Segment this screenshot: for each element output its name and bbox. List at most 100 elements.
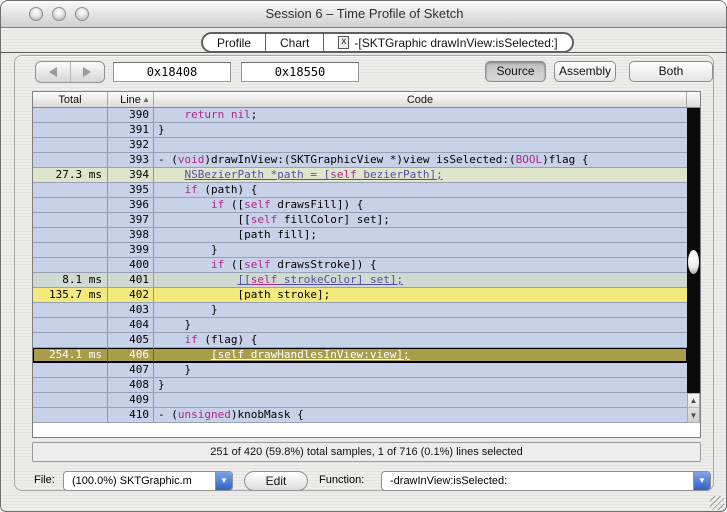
scrollbar-track[interactable] — [687, 108, 700, 393]
address-end-field[interactable]: 0x18550 — [241, 62, 359, 82]
table-row-line-398[interactable]: 398 [path fill]; — [33, 228, 687, 243]
assembly-view-button[interactable]: Assembly — [554, 61, 616, 82]
tab-profile[interactable]: Profile — [203, 34, 267, 51]
code-token: self — [330, 168, 357, 181]
edit-button[interactable]: Edit — [244, 471, 308, 491]
resize-grip[interactable] — [710, 496, 724, 510]
scrollbar-thumb[interactable] — [688, 250, 699, 274]
table-row-line-396[interactable]: 396 if ([self drawsFill]) { — [33, 198, 687, 213]
total-time-cell — [33, 333, 108, 347]
table-row-line-405[interactable]: 405 if (flag) { — [33, 333, 687, 348]
total-time-cell — [33, 228, 108, 242]
line-number-cell: 407 — [108, 363, 154, 377]
code-token: ; — [250, 108, 258, 121]
code-token: } — [184, 363, 192, 376]
table-row-line-393[interactable]: 393- (void)drawInView:(SKTGraphicView *)… — [33, 153, 687, 168]
column-header-code[interactable]: Code — [154, 92, 687, 107]
total-time-cell — [33, 108, 108, 122]
total-time-cell — [33, 213, 108, 227]
column-header-total[interactable]: Total — [33, 92, 108, 107]
file-popup[interactable]: (100.0%) SKTGraphic.m ▼ — [63, 471, 233, 491]
column-header-scroll-spacer — [687, 92, 700, 107]
table-row-line-400[interactable]: 400 if ([self drawsStroke]) { — [33, 258, 687, 273]
both-view-button[interactable]: Both — [629, 61, 713, 82]
code-token: )flag { — [542, 153, 589, 166]
address-start-field[interactable]: 0x18408 — [113, 62, 231, 82]
line-number-cell: 410 — [108, 408, 154, 422]
source-view-button[interactable]: Source — [485, 61, 546, 82]
line-number-cell: 394 — [108, 168, 154, 182]
forward-arrow-icon — [83, 67, 92, 77]
tab-profile-label: Profile — [217, 35, 252, 50]
code-token: [path stroke]; — [237, 288, 331, 301]
code-token: strokeColor] set]; — [277, 273, 404, 286]
table-row-line-394[interactable]: 27.3 ms 394 NSBezierPath *path = [self be… — [33, 168, 687, 183]
table-row-line-390[interactable]: 390 return nil; — [33, 108, 687, 123]
sort-ascending-icon: ▲ — [142, 95, 150, 104]
code-token: } — [210, 243, 218, 256]
line-number-cell: 402 — [108, 288, 154, 302]
line-number-cell: 404 — [108, 318, 154, 332]
title-bar[interactable]: Session 6 – Time Profile of Sketch — [1, 1, 726, 28]
table-row-line-407[interactable]: 407 } — [33, 363, 687, 378]
forward-button[interactable] — [71, 62, 105, 82]
function-popup-value: -drawInView:isSelected: — [390, 475, 508, 487]
scroll-up-button[interactable]: ▲ — [688, 394, 699, 408]
total-time-cell: 8.1 ms — [33, 273, 108, 287]
code-cell: [[self strokeColor] set]; — [154, 273, 687, 287]
code-cell: } — [154, 378, 687, 392]
table-row-line-403[interactable]: 403 } — [33, 303, 687, 318]
line-number-cell: 405 — [108, 333, 154, 347]
tab-chart[interactable]: Chart — [266, 34, 325, 51]
code-cell: } — [154, 303, 687, 317]
code-cell: [self drawHandlesInView:view]; — [154, 348, 687, 362]
tab-active-function[interactable]: x -[SKTGraphic drawInView:isSelected:] — [324, 34, 571, 51]
function-popup-arrow-icon: ▼ — [693, 472, 710, 490]
code-token: } — [210, 303, 218, 316]
status-bar: 251 of 420 (59.8%) total samples, 1 of 7… — [32, 442, 701, 462]
code-token: self — [250, 273, 278, 286]
back-button[interactable] — [36, 62, 71, 82]
code-cell: if (flag) { — [154, 333, 687, 347]
table-row-line-401[interactable]: 8.1 ms 401 [[self strokeColor] set]; — [33, 273, 687, 288]
code-token: - ( — [158, 153, 178, 166]
code-token: } — [184, 318, 192, 331]
total-time-cell — [33, 408, 108, 422]
table-row-line-406[interactable]: 254.1 ms 406 [self drawHandlesInView:view… — [33, 348, 687, 363]
table-row-line-397[interactable]: 397 [[self fillColor] set]; — [33, 213, 687, 228]
total-time-cell — [33, 153, 108, 167]
total-time-cell — [33, 393, 108, 407]
table-row-line-392[interactable]: 392 — [33, 138, 687, 153]
table-row-line-395[interactable]: 395 if (path) { — [33, 183, 687, 198]
total-time-cell — [33, 258, 108, 272]
total-time-cell — [33, 198, 108, 212]
code-token: - ( — [158, 408, 178, 421]
scroll-down-button[interactable]: ▼ — [688, 408, 699, 422]
code-token: [self drawHandlesInView:view]; — [210, 348, 410, 361]
code-token: if — [184, 333, 198, 346]
table-row-line-409[interactable]: 409 — [33, 393, 687, 408]
scrollbar-arrow-buttons: ▲ ▼ — [687, 393, 700, 423]
line-number-cell: 406 — [108, 348, 154, 362]
table-row-line-410[interactable]: 410- (unsigned)knobMask { — [33, 408, 687, 423]
code-cell: [path fill]; — [154, 228, 687, 242]
code-cell — [154, 138, 687, 152]
code-cell: if (path) { — [154, 183, 687, 197]
table-row-line-399[interactable]: 399 } — [33, 243, 687, 258]
total-time-cell: 135.7 ms — [33, 288, 108, 302]
tab-close-icon[interactable]: x — [338, 36, 350, 49]
code-token: ([ — [224, 258, 245, 271]
line-number-cell: 392 — [108, 138, 154, 152]
code-token: unsigned — [177, 408, 231, 421]
table-row-line-408[interactable]: 408} — [33, 378, 687, 393]
table-row-line-402[interactable]: 135.7 ms 402 [path stroke]; — [33, 288, 687, 303]
table-row-line-391[interactable]: 391} — [33, 123, 687, 138]
code-cell: [path stroke]; — [154, 288, 687, 302]
code-cell — [154, 393, 687, 407]
table-row-line-404[interactable]: 404 } — [33, 318, 687, 333]
function-popup[interactable]: -drawInView:isSelected: ▼ — [381, 471, 711, 491]
code-cell: - (unsigned)knobMask { — [154, 408, 687, 422]
column-header-line[interactable]: Line ▲ — [108, 92, 154, 107]
line-number-cell: 409 — [108, 393, 154, 407]
